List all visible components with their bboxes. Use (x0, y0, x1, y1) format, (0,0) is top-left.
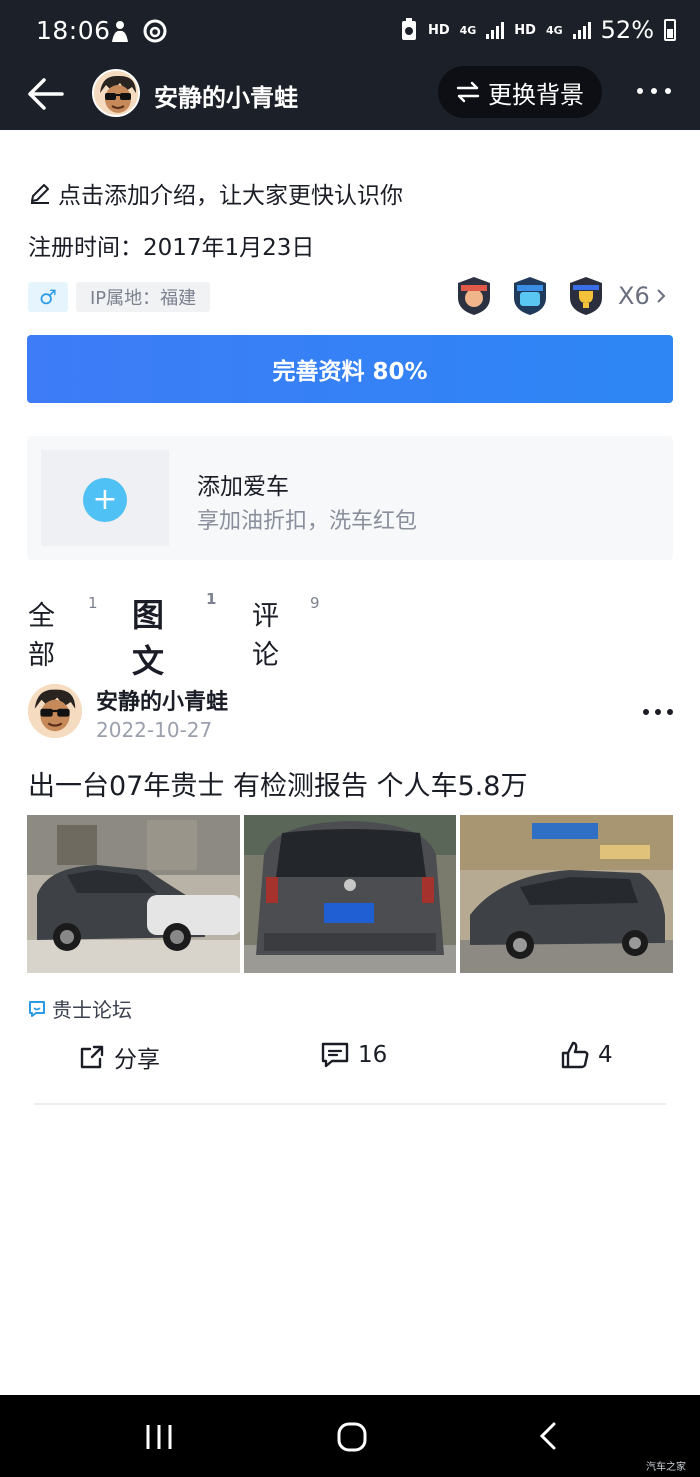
comment-count: 16 (358, 1042, 388, 1068)
comment-icon (321, 1042, 349, 1068)
car-photo-image (243, 815, 457, 973)
header-username: 安静的小青蛙 (154, 84, 298, 112)
badge-trophy-icon (570, 277, 602, 315)
pencil-icon (31, 184, 49, 204)
post-title[interactable]: 出一台07年贵士 有检测报告 个人车5.8万 (28, 764, 527, 803)
post-photo-2[interactable] (243, 815, 457, 973)
profile-tags: ♂ IP属地：福建 (28, 282, 211, 312)
car-photo-image (27, 815, 240, 973)
post-actions: 分享 16 4 (0, 1040, 700, 1084)
forum-icon (29, 1000, 45, 1017)
battery-percent: 52% (600, 16, 654, 44)
forum-name: 贵士论坛 (52, 998, 132, 1022)
netease-music-icon (143, 19, 167, 43)
register-time: 注册时间：2017年1月23日 (28, 235, 315, 261)
top-bar: 18:06 HD 4G HD 4G 52% 安静的小青蛙 更换背景 (0, 0, 700, 130)
intro-prompt-text: 点击添加介绍，让大家更快认识你 (58, 183, 403, 209)
post-photos (27, 815, 674, 973)
change-background-button[interactable]: 更换背景 (438, 66, 602, 118)
hd-label-2: HD (514, 22, 536, 38)
post-divider (34, 1103, 666, 1105)
hd-label-1: HD (427, 22, 450, 38)
back-button[interactable] (26, 76, 66, 112)
add-car-subtitle: 享加油折扣，洗车红包 (197, 509, 418, 534)
back-nav-icon[interactable] (538, 1421, 558, 1451)
status-right-icons: HD 4G HD 4G 52% (400, 16, 676, 44)
network-label-2: 4G (545, 23, 563, 37)
signal-icon-1 (486, 21, 505, 39)
avatar-image (28, 684, 82, 738)
tab-label: 全部 (28, 601, 55, 671)
post-more-button[interactable] (640, 700, 676, 724)
like-button[interactable]: 4 (560, 1040, 613, 1070)
status-time: 18:06 (36, 16, 111, 45)
tab-count: 1 (88, 594, 98, 612)
more-dots-icon (643, 709, 673, 715)
badge-content-expert-icon (514, 277, 546, 315)
complete-profile-button[interactable]: 完善资料 80% (27, 335, 673, 403)
tab-label: 评论 (252, 601, 279, 671)
ip-location: IP属地：福建 (76, 282, 211, 312)
car-photo-image (460, 815, 674, 973)
add-car-card[interactable]: + 添加爱车 享加油折扣，洗车红包 (27, 436, 673, 560)
badge-count-link[interactable]: X6 (618, 282, 666, 310)
profile-header: 安静的小青蛙 更换背景 (0, 66, 700, 130)
gender-male-icon: ♂ (28, 282, 68, 312)
watermark: 汽车之家 (646, 1462, 686, 1473)
post-header: 安静的小青蛙 2022-10-27 (28, 684, 678, 744)
recycle-icon (401, 18, 416, 40)
share-icon (80, 1045, 104, 1069)
tab-all[interactable]: 全部 1 (28, 594, 98, 672)
post-photo-3[interactable] (460, 815, 674, 973)
add-plus-icon: + (83, 478, 127, 522)
signal-icon-2 (572, 21, 591, 39)
forum-link[interactable]: 贵士论坛 (28, 994, 132, 1023)
more-menu-button[interactable] (634, 76, 674, 106)
post-author-avatar[interactable] (28, 684, 82, 738)
swap-icon (456, 81, 480, 103)
tab-count: 9 (310, 594, 320, 612)
battery-icon (664, 19, 676, 41)
thumbs-up-icon (561, 1041, 589, 1069)
share-button[interactable]: 分享 (78, 1040, 160, 1074)
more-dots-icon (637, 88, 671, 94)
share-label: 分享 (114, 1047, 160, 1073)
badge-reviewer-icon (458, 277, 490, 315)
avatar-image (94, 71, 138, 115)
network-label-1: 4G (459, 23, 477, 37)
tab-label: 图文 (132, 596, 165, 680)
tab-posts[interactable]: 图文 1 (132, 590, 216, 688)
tab-count: 1 (206, 590, 217, 608)
comment-button[interactable]: 16 (320, 1040, 387, 1070)
system-nav-bar (0, 1395, 700, 1477)
post-photo-1[interactable] (27, 815, 240, 973)
change-background-label: 更换背景 (488, 80, 584, 109)
header-avatar[interactable] (92, 69, 140, 117)
recent-apps-icon[interactable] (144, 1423, 174, 1451)
app-notification-icon (112, 21, 128, 42)
badge-count: X6 (618, 282, 650, 310)
badge-list[interactable] (456, 276, 604, 316)
chevron-right-icon (657, 289, 666, 303)
status-bar: 18:06 HD 4G HD 4G 52% (0, 0, 700, 66)
post-date: 2022-10-27 (96, 718, 213, 742)
post-author-name[interactable]: 安静的小青蛙 (96, 684, 228, 716)
tab-comments[interactable]: 评论 9 (252, 594, 320, 672)
add-car-title: 添加爱车 (197, 474, 289, 500)
back-arrow-icon (28, 78, 64, 110)
like-count: 4 (598, 1042, 613, 1068)
add-intro-link[interactable]: 点击添加介绍，让大家更快认识你 (28, 176, 403, 210)
status-notification-icons (108, 18, 168, 44)
home-icon[interactable] (336, 1421, 368, 1453)
